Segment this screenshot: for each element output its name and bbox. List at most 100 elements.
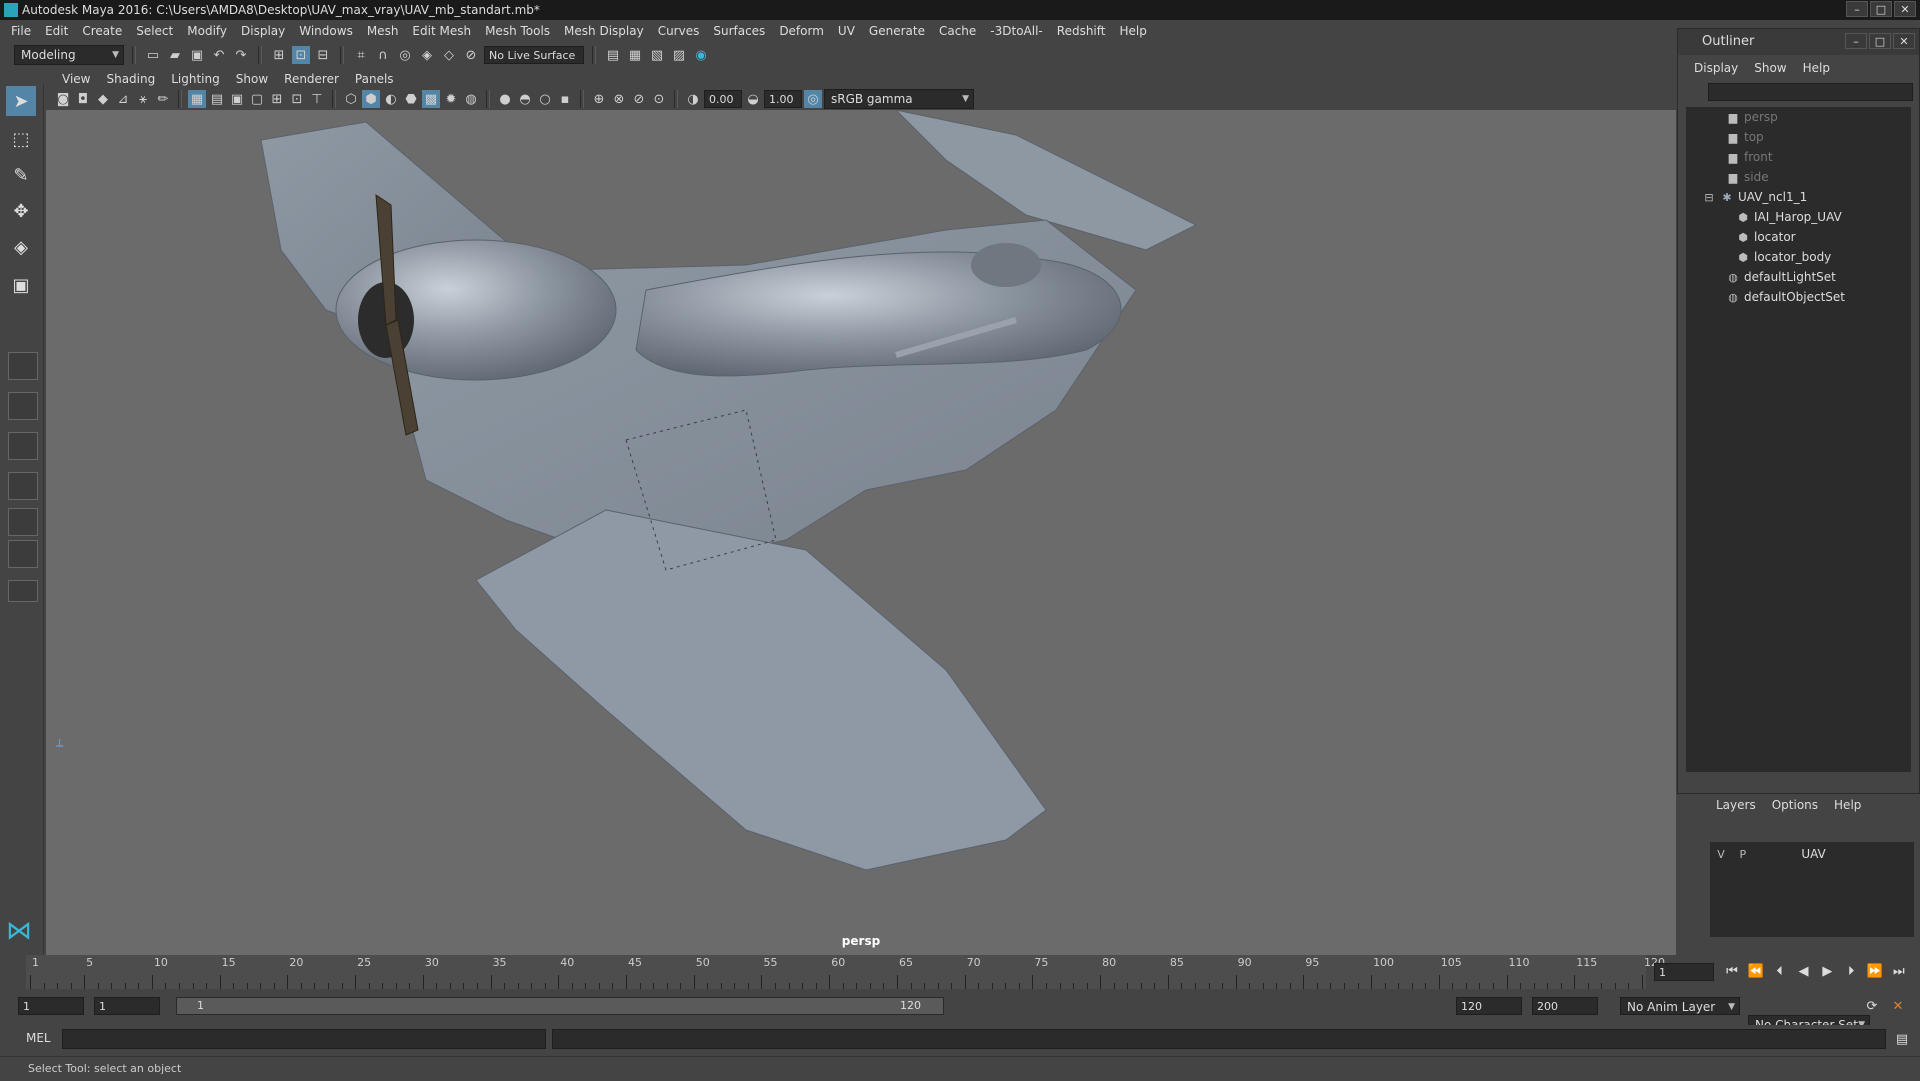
menu-curves[interactable]: Curves [651, 24, 707, 38]
lasso-tool-icon[interactable]: ⬚ [6, 124, 36, 154]
outliner-item-locator-body[interactable]: ⬢ locator_body [1736, 247, 1831, 267]
collapse-icon[interactable]: ⊟ [1702, 188, 1716, 208]
time-slider[interactable]: 1 5 10 15 20 25 30 35 40 45 50 55 60 65 70 75 80 85 90 95 10… [0, 955, 1920, 989]
move-tool-icon[interactable]: ✥ [6, 196, 36, 226]
layer-menu-help[interactable]: Help [1826, 798, 1869, 812]
isolate-select-icon[interactable]: ⊕ [590, 90, 608, 108]
gamma-field[interactable]: 1.00 [764, 90, 802, 108]
backface-culling-icon[interactable]: ⊙ [650, 90, 668, 108]
menu-select[interactable]: Select [129, 24, 180, 38]
color-management-icon[interactable]: ◎ [804, 90, 822, 108]
go-to-end-icon[interactable]: ⏭ [1889, 961, 1909, 981]
step-forward-key-icon[interactable]: ⏩ [1865, 961, 1885, 981]
use-all-lights-icon[interactable]: ✹ [442, 90, 460, 108]
outliner-menu-help[interactable]: Help [1795, 61, 1838, 79]
camera-select-icon[interactable]: ◙ [54, 90, 72, 108]
outliner-menu-show[interactable]: Show [1746, 61, 1794, 79]
outliner-menu-display[interactable]: Display [1686, 61, 1746, 79]
outliner-minimize-button[interactable]: – [1845, 33, 1867, 49]
open-scene-icon[interactable]: ▰ [166, 46, 184, 64]
close-button[interactable]: ✕ [1894, 1, 1916, 17]
menu-set-dropdown[interactable]: Modeling ▼ [14, 45, 124, 65]
step-forward-frame-icon[interactable]: ⏵ [1841, 961, 1861, 981]
menu-edit-mesh[interactable]: Edit Mesh [405, 24, 478, 38]
bookmark-icon[interactable]: ◆ [94, 90, 112, 108]
maximize-button[interactable]: □ [1870, 1, 1892, 17]
script-editor-icon[interactable]: ▤ [1892, 1029, 1912, 1049]
layout-outliner-icon[interactable] [8, 472, 38, 500]
exposure-field[interactable]: 0.00 [704, 90, 742, 108]
render-settings-icon[interactable]: ▤ [604, 46, 622, 64]
menu-surfaces[interactable]: Surfaces [706, 24, 772, 38]
snap-view-icon[interactable]: ◈ [418, 46, 436, 64]
menu-windows[interactable]: Windows [292, 24, 360, 38]
redo-icon[interactable]: ↷ [232, 46, 250, 64]
step-back-key-icon[interactable]: ⏪ [1746, 961, 1766, 981]
outliner-item-top[interactable]: ▆ top [1726, 127, 1764, 147]
menu-file[interactable]: File [4, 24, 38, 38]
wireframe-on-shaded-icon[interactable]: ⬣ [402, 90, 420, 108]
end-time-field[interactable]: 200 [1532, 997, 1598, 1015]
safe-title-icon[interactable]: ⊤ [308, 90, 326, 108]
gamma-icon[interactable]: ◒ [744, 90, 762, 108]
step-back-frame-icon[interactable]: ⏴ [1770, 961, 1790, 981]
grease-pencil-icon[interactable]: ✏ [154, 90, 172, 108]
range-bar[interactable]: 1 120 [176, 997, 944, 1015]
rotate-tool-icon[interactable]: ◈ [6, 232, 36, 262]
snap-curve-icon[interactable]: ∩ [374, 46, 392, 64]
go-to-start-icon[interactable]: ⏮ [1722, 961, 1742, 981]
layout-custom-icon[interactable] [8, 580, 38, 602]
menu-modify[interactable]: Modify [180, 24, 234, 38]
menu-edit[interactable]: Edit [38, 24, 75, 38]
live-surface-field[interactable]: No Live Surface [484, 46, 584, 64]
snap-point-icon[interactable]: ◎ [396, 46, 414, 64]
outliner-item-side[interactable]: ▆ side [1726, 167, 1769, 187]
outliner-item-uav-ncl1[interactable]: ⊟ ✱ UAV_ncl1_1 [1702, 187, 1807, 207]
layer-visibility-toggle[interactable]: V [1714, 845, 1728, 865]
save-scene-icon[interactable]: ▣ [188, 46, 206, 64]
menu-3dtoall[interactable]: -3DtoAll- [983, 24, 1049, 38]
animation-prefs-icon[interactable]: ✕ [1888, 996, 1908, 1016]
panel-menu-show[interactable]: Show [228, 72, 276, 86]
layout-single-icon[interactable] [8, 352, 38, 380]
smooth-shade-icon[interactable]: ⬢ [362, 90, 380, 108]
auto-key-icon[interactable]: ⟳ [1862, 996, 1882, 1016]
hypershade-icon[interactable]: ◉ [692, 46, 710, 64]
minimize-button[interactable]: – [1846, 1, 1868, 17]
panel-menu-renderer[interactable]: Renderer [276, 72, 347, 86]
grid-icon[interactable]: ▦ [188, 90, 206, 108]
gate-mask-icon[interactable]: ▢ [248, 90, 266, 108]
outliner-maximize-button[interactable]: □ [1869, 33, 1891, 49]
outliner-item-persp[interactable]: ▆ persp [1726, 107, 1778, 127]
layer-playback-toggle[interactable]: P [1736, 845, 1750, 865]
anti-aliasing-icon[interactable]: ○ [536, 90, 554, 108]
time-ruler[interactable]: 1 5 10 15 20 25 30 35 40 45 50 55 60 65 70 75 80 85 90 95 10… [26, 955, 1665, 989]
outliner-item-front[interactable]: ▆ front [1726, 147, 1773, 167]
outliner-item-default-object-set[interactable]: ◍ defaultObjectSet [1726, 287, 1845, 307]
menu-deform[interactable]: Deform [772, 24, 831, 38]
ipr-render-icon[interactable]: ▨ [670, 46, 688, 64]
menu-uv[interactable]: UV [831, 24, 862, 38]
camera-attributes-icon[interactable]: ◘ [74, 90, 92, 108]
current-frame-field[interactable]: 1 [1654, 963, 1714, 981]
menu-create[interactable]: Create [75, 24, 129, 38]
menu-mesh-tools[interactable]: Mesh Tools [478, 24, 557, 38]
outliner-item-default-light-set[interactable]: ◍ defaultLightSet [1726, 267, 1836, 287]
playback-end-field[interactable]: 120 [1456, 997, 1522, 1015]
snap-grid-icon[interactable]: ⌗ [352, 46, 370, 64]
layout-two-side-icon[interactable] [8, 432, 38, 460]
xray-icon[interactable]: ⊗ [610, 90, 628, 108]
view-transform-dropdown[interactable]: sRGB gamma ▼ [824, 89, 974, 109]
menu-mesh[interactable]: Mesh [360, 24, 406, 38]
outliner-item-iai-harop[interactable]: ⬢ IAI_Harop_UAV [1736, 207, 1842, 227]
wireframe-icon[interactable]: ⬡ [342, 90, 360, 108]
resolution-gate-icon[interactable]: ▣ [228, 90, 246, 108]
play-forward-icon[interactable]: ▶ [1817, 961, 1837, 981]
playback-start-field[interactable]: 1 [94, 997, 160, 1015]
field-chart-icon[interactable]: ⊞ [268, 90, 286, 108]
command-input[interactable] [62, 1029, 546, 1049]
select-hierarchy-icon[interactable]: ⊞ [270, 46, 288, 64]
layout-four-icon[interactable] [8, 392, 38, 420]
select-tool-icon[interactable]: ➤ [6, 86, 36, 116]
layout-graph-icon[interactable] [8, 508, 38, 536]
